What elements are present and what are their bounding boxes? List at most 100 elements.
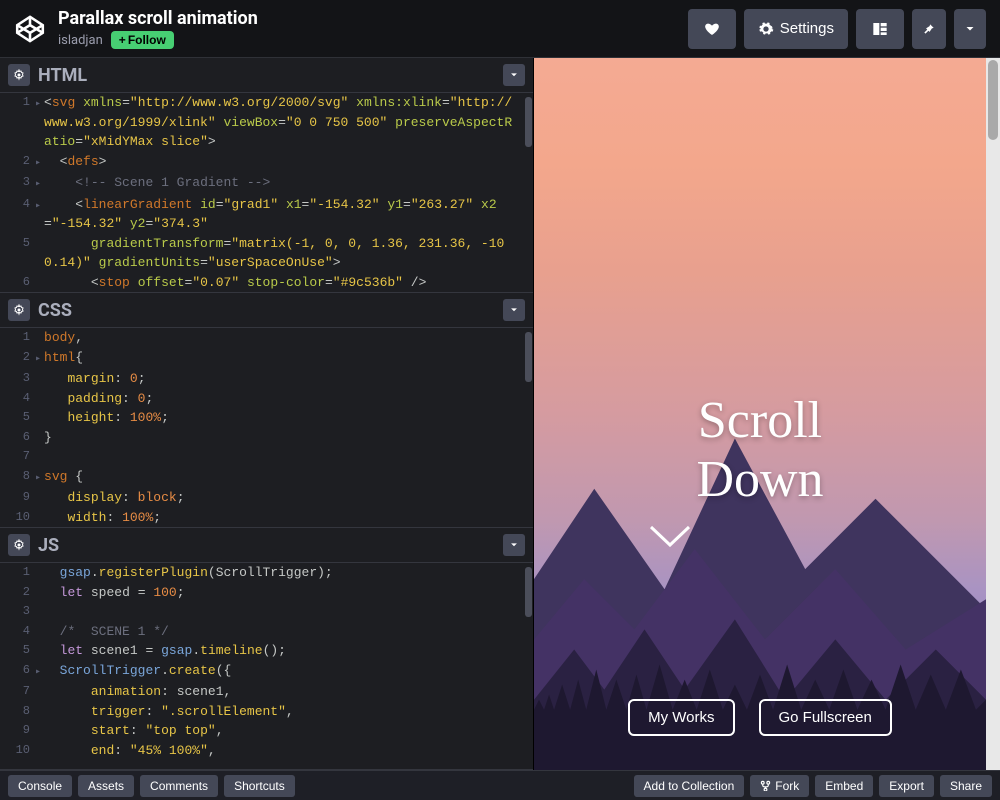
- code-text[interactable]: display: block;: [42, 488, 198, 508]
- code-text[interactable]: trigger: ".scrollElement",: [42, 702, 347, 722]
- css-settings-button[interactable]: [8, 299, 30, 321]
- scrollbar-thumb[interactable]: [525, 567, 532, 617]
- pin-button[interactable]: [912, 9, 946, 49]
- shortcuts-button[interactable]: Shortcuts: [224, 775, 295, 797]
- code-text[interactable]: start: "top top",: [42, 721, 347, 741]
- fold-marker[interactable]: ▸: [34, 348, 42, 370]
- code-line[interactable]: 2▸html{: [0, 348, 199, 370]
- scrollbar-thumb[interactable]: [525, 97, 532, 147]
- code-text[interactable]: <!-- Scene 1 Gradient -->: [42, 173, 533, 195]
- scrollbar-thumb[interactable]: [988, 60, 998, 140]
- fold-marker: [34, 488, 42, 508]
- code-text[interactable]: <linearGradient id="grad1" x1="-154.32" …: [42, 195, 533, 234]
- code-text[interactable]: }: [42, 428, 198, 448]
- code-text[interactable]: gsap.registerPlugin(ScrollTrigger);: [42, 563, 347, 583]
- html-code-area[interactable]: 1▸<svg xmlns="http://www.w3.org/2000/svg…: [0, 93, 533, 292]
- like-button[interactable]: [688, 9, 736, 49]
- code-line[interactable]: 7 animation: scene1,: [0, 682, 347, 702]
- code-line[interactable]: 4 padding: 0;: [0, 389, 199, 409]
- code-line[interactable]: 5 height: 100%;: [0, 408, 199, 428]
- layout-button[interactable]: [856, 9, 904, 49]
- fold-marker[interactable]: ▸: [34, 195, 42, 234]
- add-collection-button[interactable]: Add to Collection: [634, 775, 745, 797]
- fork-button[interactable]: Fork: [750, 775, 809, 797]
- code-line[interactable]: 4 /* SCENE 1 */: [0, 622, 347, 642]
- assets-button[interactable]: Assets: [78, 775, 134, 797]
- css-code-area[interactable]: 1body,2▸html{3 margin: 0;4 padding: 0;5 …: [0, 328, 533, 527]
- preview-pane[interactable]: Scroll Down My Works Go Fullscreen: [534, 58, 1000, 770]
- author-name[interactable]: isladjan: [58, 33, 103, 48]
- code-line[interactable]: 1body,: [0, 328, 199, 348]
- code-text[interactable]: svg {: [42, 467, 198, 489]
- code-line[interactable]: 6}: [0, 428, 199, 448]
- code-line[interactable]: 10 end: "45% 100%",: [0, 741, 347, 761]
- code-line[interactable]: 4▸ <linearGradient id="grad1" x1="-154.3…: [0, 195, 533, 234]
- code-line[interactable]: 6▸ ScrollTrigger.create({: [0, 661, 347, 683]
- fold-marker[interactable]: ▸: [34, 93, 42, 152]
- code-text[interactable]: <svg xmlns="http://www.w3.org/2000/svg" …: [42, 93, 533, 152]
- code-line[interactable]: 8▸svg {: [0, 467, 199, 489]
- code-text[interactable]: let speed = 100;: [42, 583, 347, 603]
- js-settings-button[interactable]: [8, 534, 30, 556]
- html-settings-button[interactable]: [8, 64, 30, 86]
- js-collapse-button[interactable]: [503, 534, 525, 556]
- code-text[interactable]: html{: [42, 348, 198, 370]
- pen-title: Parallax scroll animation: [58, 8, 688, 29]
- line-number: 9: [0, 721, 34, 741]
- comments-button[interactable]: Comments: [140, 775, 218, 797]
- code-line[interactable]: 3: [0, 602, 347, 622]
- js-code-area[interactable]: 1 gsap.registerPlugin(ScrollTrigger);2 l…: [0, 563, 533, 769]
- code-line[interactable]: 10 width: 100%;: [0, 508, 199, 528]
- console-button[interactable]: Console: [8, 775, 72, 797]
- code-line[interactable]: 1▸<svg xmlns="http://www.w3.org/2000/svg…: [0, 93, 533, 152]
- fullscreen-button[interactable]: Go Fullscreen: [759, 699, 892, 736]
- fold-marker: [34, 721, 42, 741]
- code-line[interactable]: 9 start: "top top",: [0, 721, 347, 741]
- code-text[interactable]: [42, 447, 198, 467]
- code-text[interactable]: let scene1 = gsap.timeline();: [42, 641, 347, 661]
- settings-button[interactable]: Settings: [744, 9, 848, 49]
- export-button[interactable]: Export: [879, 775, 934, 797]
- scrollbar-thumb[interactable]: [525, 332, 532, 382]
- code-line[interactable]: 1 gsap.registerPlugin(ScrollTrigger);: [0, 563, 347, 583]
- code-text[interactable]: height: 100%;: [42, 408, 198, 428]
- line-number: 3: [0, 602, 34, 622]
- code-text[interactable]: end: "45% 100%",: [42, 741, 347, 761]
- code-text[interactable]: padding: 0;: [42, 389, 198, 409]
- fold-marker: [34, 328, 42, 348]
- fold-marker: [34, 702, 42, 722]
- code-line[interactable]: 7: [0, 447, 199, 467]
- preview-scrollbar[interactable]: [986, 58, 1000, 770]
- embed-button[interactable]: Embed: [815, 775, 873, 797]
- code-text[interactable]: animation: scene1,: [42, 682, 347, 702]
- code-text[interactable]: <stop offset="0.07" stop-color="#9c536b"…: [42, 273, 533, 293]
- code-line[interactable]: 5 gradientTransform="matrix(-1, 0, 0, 1.…: [0, 234, 533, 273]
- my-works-button[interactable]: My Works: [628, 699, 734, 736]
- code-text[interactable]: /* SCENE 1 */: [42, 622, 347, 642]
- code-line[interactable]: 2 let speed = 100;: [0, 583, 347, 603]
- code-line[interactable]: 3▸ <!-- Scene 1 Gradient -->: [0, 173, 533, 195]
- code-line[interactable]: 2▸ <defs>: [0, 152, 533, 174]
- code-line[interactable]: 9 display: block;: [0, 488, 199, 508]
- html-collapse-button[interactable]: [503, 64, 525, 86]
- fold-marker[interactable]: ▸: [34, 467, 42, 489]
- code-line[interactable]: 5 let scene1 = gsap.timeline();: [0, 641, 347, 661]
- follow-button[interactable]: +Follow: [111, 31, 174, 49]
- code-line[interactable]: 3 margin: 0;: [0, 369, 199, 389]
- code-text[interactable]: ScrollTrigger.create({: [42, 661, 347, 683]
- code-text[interactable]: [42, 602, 347, 622]
- code-line[interactable]: 8 trigger: ".scrollElement",: [0, 702, 347, 722]
- code-text[interactable]: width: 100%;: [42, 508, 198, 528]
- fold-marker[interactable]: ▸: [34, 661, 42, 683]
- share-button[interactable]: Share: [940, 775, 992, 797]
- code-line[interactable]: 6 <stop offset="0.07" stop-color="#9c536…: [0, 273, 533, 293]
- more-button[interactable]: [954, 9, 986, 49]
- code-text[interactable]: body,: [42, 328, 198, 348]
- codepen-logo[interactable]: [14, 13, 46, 45]
- fold-marker[interactable]: ▸: [34, 152, 42, 174]
- code-text[interactable]: gradientTransform="matrix(-1, 0, 0, 1.36…: [42, 234, 533, 273]
- code-text[interactable]: margin: 0;: [42, 369, 198, 389]
- code-text[interactable]: <defs>: [42, 152, 533, 174]
- fold-marker[interactable]: ▸: [34, 173, 42, 195]
- css-collapse-button[interactable]: [503, 299, 525, 321]
